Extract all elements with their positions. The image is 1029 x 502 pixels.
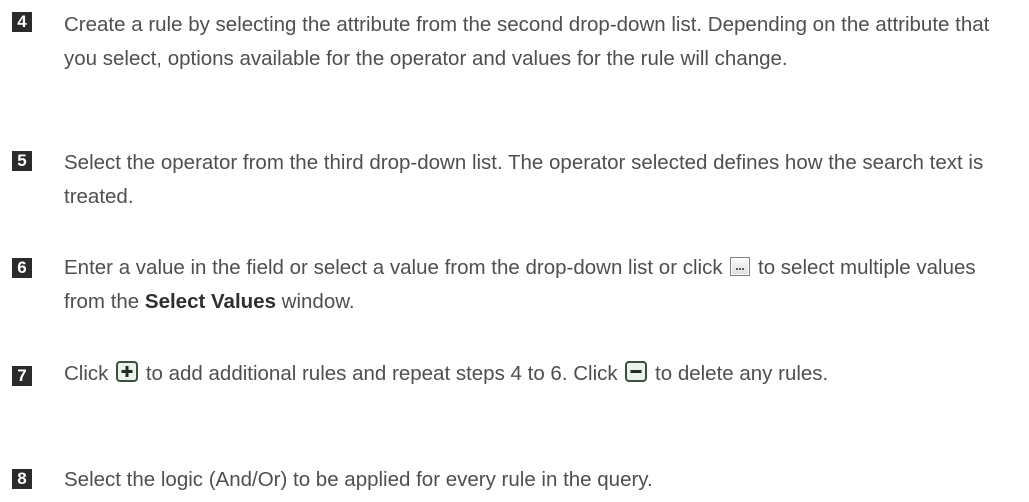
- step-text-part: to delete any rules.: [655, 362, 829, 385]
- ellipsis-button-icon: [730, 257, 751, 276]
- step-text: Enter a value in the field or select a v…: [64, 251, 1019, 319]
- step-number-badge: 4: [12, 12, 32, 32]
- step-text-part: Enter a value in the field or select a v…: [64, 256, 723, 279]
- step-number-badge: 7: [12, 366, 32, 386]
- step-text: Click to add additional rules and repeat…: [64, 357, 1019, 391]
- remove-rule-icon: [625, 361, 648, 382]
- step-number-badge: 8: [12, 469, 32, 489]
- step-text-part: to add additional rules and repeat steps…: [145, 362, 618, 385]
- step-text-part: Click: [64, 362, 109, 385]
- step-number-badge: 5: [12, 151, 32, 171]
- step-number-badge: 6: [12, 258, 32, 278]
- step-text: Create a rule by selecting the attribute…: [64, 13, 990, 70]
- window-name: Select Values: [144, 290, 276, 313]
- add-rule-icon: [116, 361, 139, 382]
- step-text-part: window.: [281, 290, 355, 313]
- step-text: Select the logic (And/Or) to be applied …: [64, 468, 653, 491]
- step-text: Select the operator from the third drop-…: [64, 151, 984, 208]
